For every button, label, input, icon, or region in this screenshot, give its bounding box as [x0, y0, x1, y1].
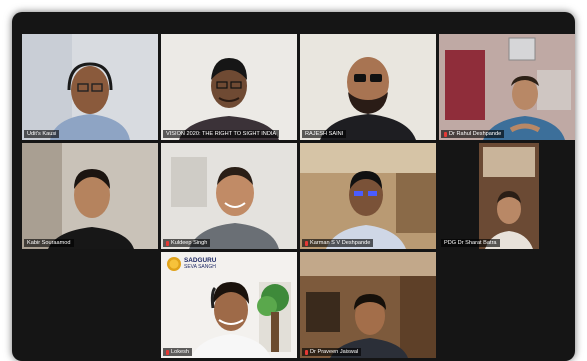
participant-video-5	[22, 143, 158, 249]
participant-name-1: Udit's Kausi	[24, 130, 60, 138]
logo-line-1: SADGURU	[184, 257, 217, 264]
participant-tile-7[interactable]: Karman S V Deshpande	[300, 143, 436, 249]
mic-muted-icon	[166, 349, 169, 355]
mic-muted-icon	[305, 349, 308, 355]
participant-name-6: Kuldeep Singh	[163, 239, 211, 247]
participant-name-3: RAJESH SAINI	[302, 130, 347, 138]
participant-name-2: VISION 2020: THE RIGHT TO SIGHT INDIA	[163, 130, 280, 138]
participant-video-7	[300, 143, 436, 249]
participant-video-2	[161, 34, 297, 140]
mic-muted-icon	[444, 131, 447, 137]
participant-name-9: Lokesh	[163, 348, 193, 356]
participant-video-4	[439, 34, 575, 140]
participant-name-10: Dr Praveen Jaiswal	[302, 348, 362, 356]
virtual-background-logo: SADGURU SEVA SANGH	[167, 257, 216, 271]
video-call-grid: Udit's Kausi VISION 2020: THE RIGHT TO S…	[12, 12, 575, 361]
participant-tile-2[interactable]: VISION 2020: THE RIGHT TO SIGHT INDIA	[161, 34, 297, 140]
participant-name-5: Kabir Souraamod	[24, 239, 74, 247]
participant-video-3	[300, 34, 436, 140]
participant-name-8: PDG Dr Sharat Batra	[441, 239, 500, 247]
participant-name-7: Karman S V Deshpande	[302, 239, 374, 247]
participant-tile-10[interactable]: Dr Praveen Jaiswal	[300, 252, 436, 358]
logo-line-2: SEVA SANGH	[184, 264, 216, 270]
participant-tile-4[interactable]: Dr Rahul Deshpande	[439, 34, 575, 140]
participant-tile-8[interactable]: PDG Dr Sharat Batra	[439, 143, 575, 249]
participant-tile-3[interactable]: RAJESH SAINI	[300, 34, 436, 140]
mic-muted-icon	[166, 240, 169, 246]
participant-name-4: Dr Rahul Deshpande	[441, 130, 505, 138]
mic-muted-icon	[305, 240, 308, 246]
participant-tile-1[interactable]: Udit's Kausi	[22, 34, 158, 140]
participant-video-1	[22, 34, 158, 140]
participant-video-8	[479, 143, 539, 249]
participant-tile-5[interactable]: Kabir Souraamod	[22, 143, 158, 249]
sadguru-logo-icon	[167, 257, 181, 271]
participant-tile-9[interactable]: SADGURU SEVA SANGH Lokesh	[161, 252, 297, 358]
participant-tile-6[interactable]: Kuldeep Singh	[161, 143, 297, 249]
participant-video-10	[300, 252, 436, 358]
participant-video-6	[161, 143, 297, 249]
